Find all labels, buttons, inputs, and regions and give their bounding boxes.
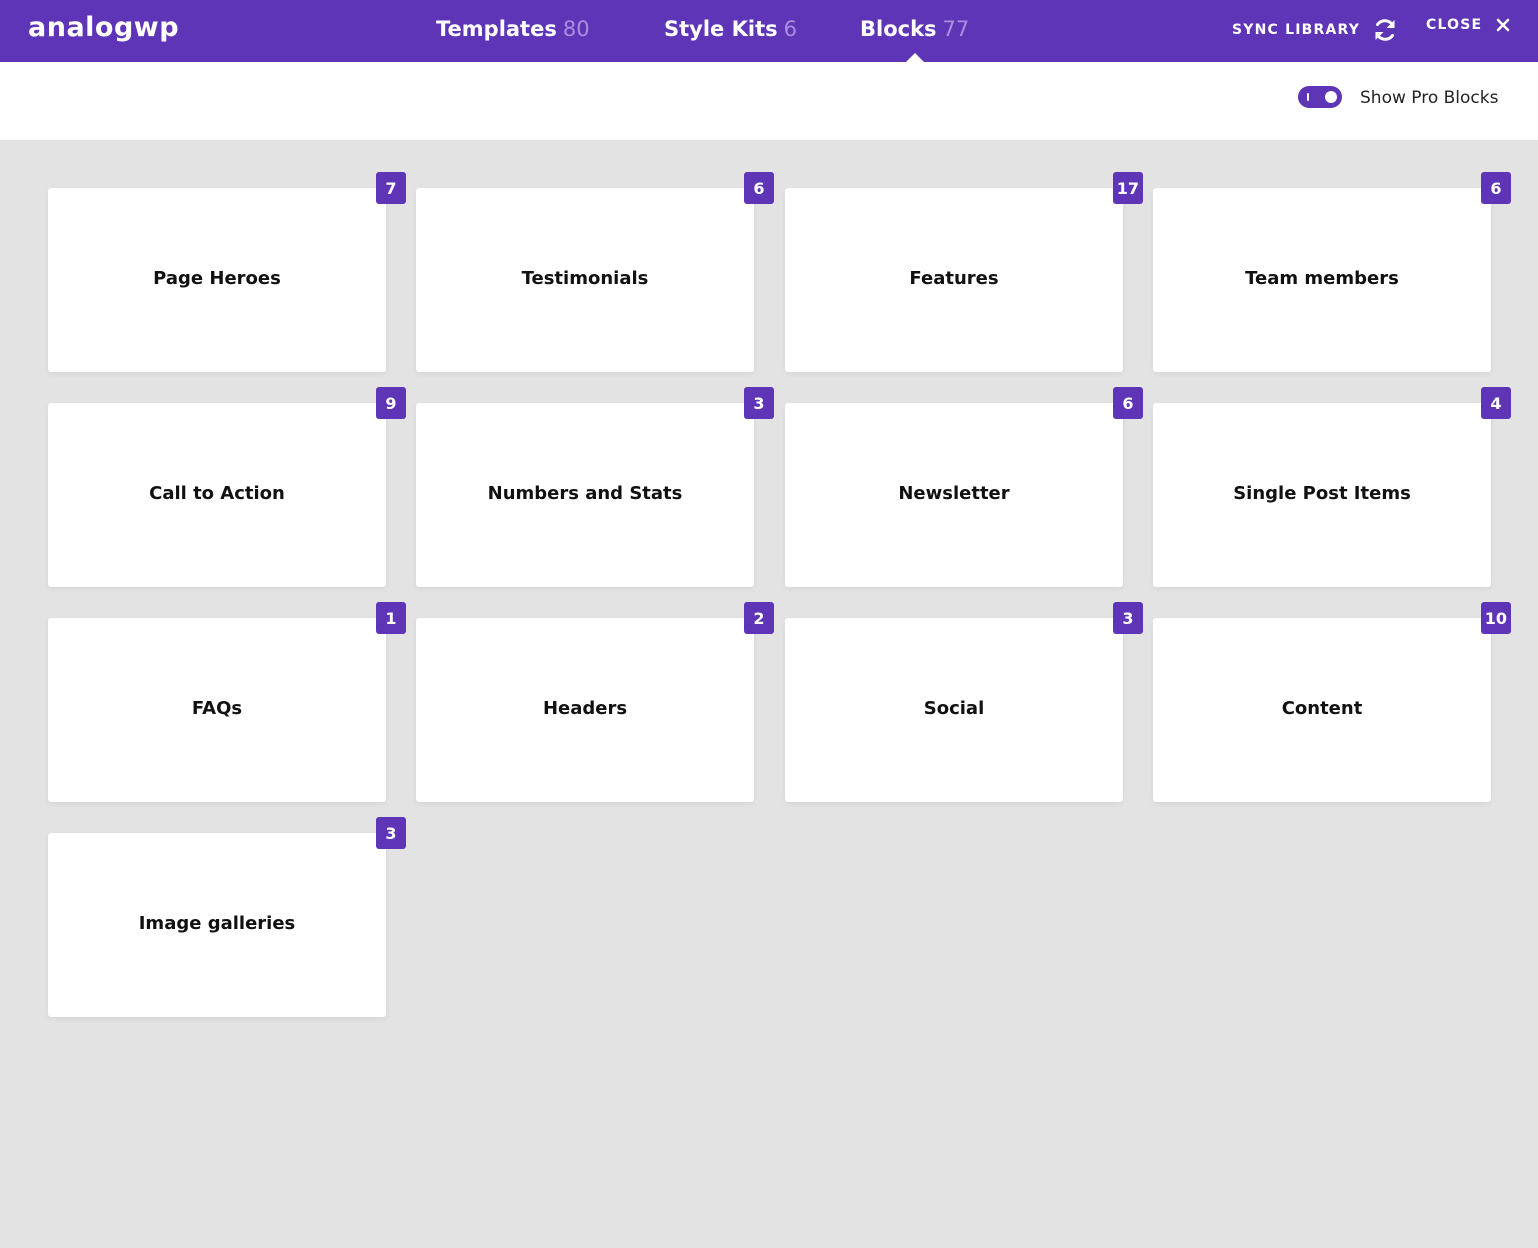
block-count-badge: 7 — [376, 172, 406, 204]
sync-library-button[interactable]: SYNC LIBRARY — [1232, 17, 1398, 43]
block-count-badge: 3 — [744, 387, 774, 419]
block-card[interactable]: Call to Action 9 — [48, 387, 406, 587]
block-card[interactable]: FAQs 1 — [48, 602, 406, 802]
block-card-title: Image galleries — [138, 913, 296, 934]
block-card-title: Page Heroes — [153, 268, 281, 289]
block-count-badge: 2 — [744, 602, 774, 634]
block-card-title: Content — [1281, 698, 1363, 719]
block-count-badge: 9 — [376, 387, 406, 419]
block-card[interactable]: Numbers and Stats 3 — [416, 387, 774, 587]
block-card[interactable]: Newsletter 6 — [785, 387, 1143, 587]
block-count-badge: 4 — [1481, 387, 1511, 419]
top-bar: analogwp Templates 80 Style Kits 6 Blocks 7… — [0, 0, 1538, 62]
sync-library-label: SYNC LIBRARY — [1232, 22, 1361, 38]
block-count-badge: 10 — [1480, 602, 1511, 634]
close-icon — [1496, 18, 1510, 32]
block-count-badge: 6 — [1481, 172, 1511, 204]
show-pro-blocks-toggle[interactable] — [1298, 86, 1342, 108]
toggle-on-indicator — [1307, 93, 1309, 101]
block-card-title: Call to Action — [149, 483, 285, 504]
block-card[interactable]: Image galleries 3 — [48, 817, 406, 1017]
block-count-badge: 3 — [376, 817, 406, 849]
block-card-title: Features — [909, 268, 999, 289]
toggle-knob — [1325, 91, 1337, 103]
block-count-badge: 3 — [1113, 602, 1143, 634]
tab-count: 6 — [783, 17, 797, 41]
filter-bar: Show Pro Blocks — [0, 62, 1538, 140]
block-card-title: Social — [923, 698, 985, 719]
tab-templates[interactable]: Templates 80 — [436, 17, 590, 41]
tab-count: 77 — [942, 17, 970, 41]
tab-label: Templates — [436, 17, 557, 41]
block-card[interactable]: Page Heroes 7 — [48, 172, 406, 372]
block-card-title: Newsletter — [898, 483, 1010, 504]
block-card[interactable]: Content 10 — [1153, 602, 1511, 802]
close-label: CLOSE — [1426, 17, 1483, 33]
close-button[interactable]: CLOSE — [1426, 17, 1510, 33]
block-card[interactable]: Single Post Items 4 — [1153, 387, 1511, 587]
tab-blocks[interactable]: Blocks 77 — [860, 17, 970, 62]
refresh-icon — [1372, 17, 1398, 43]
block-card-title: Single Post Items — [1233, 483, 1411, 504]
tab-label: Blocks — [860, 17, 937, 41]
tab-label: Style Kits — [664, 17, 778, 41]
block-card-title: FAQs — [191, 698, 243, 719]
block-count-badge: 6 — [1113, 387, 1143, 419]
block-card-title: Team members — [1245, 268, 1399, 289]
block-card[interactable]: Features 17 — [785, 172, 1143, 372]
block-card[interactable]: Headers 2 — [416, 602, 774, 802]
block-count-badge: 6 — [744, 172, 774, 204]
block-card[interactable]: Team members 6 — [1153, 172, 1511, 372]
tab-count: 80 — [562, 17, 590, 41]
show-pro-blocks-label: Show Pro Blocks — [1360, 88, 1499, 108]
block-card-title: Headers — [542, 698, 628, 719]
block-card[interactable]: Testimonials 6 — [416, 172, 774, 372]
tab-style-kits[interactable]: Style Kits 6 — [664, 17, 797, 41]
block-card-title: Testimonials — [521, 268, 649, 289]
block-card[interactable]: Social 3 — [785, 602, 1143, 802]
block-card-title: Numbers and Stats — [487, 483, 683, 504]
block-count-badge: 1 — [376, 602, 406, 634]
block-count-badge: 17 — [1112, 172, 1143, 204]
